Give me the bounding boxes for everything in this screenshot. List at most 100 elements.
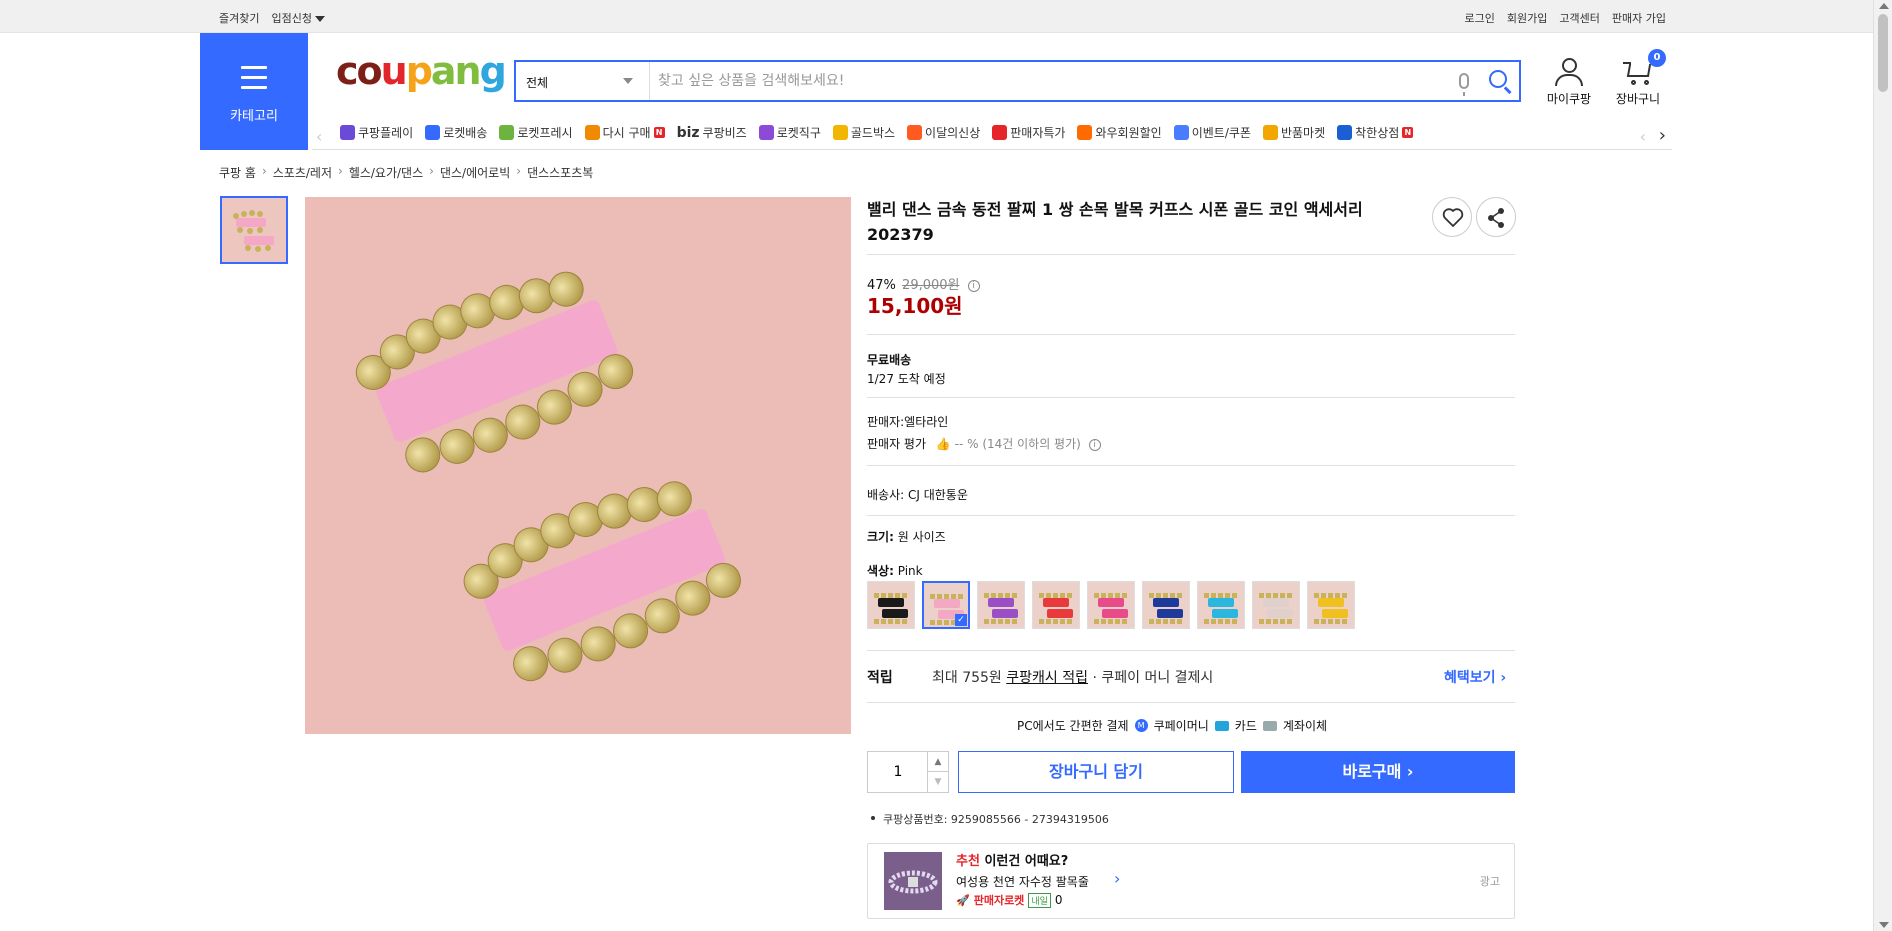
menu-prev-icon[interactable]: ‹ — [1640, 127, 1646, 146]
info-icon[interactable]: i — [1088, 438, 1101, 451]
seller-name[interactable]: 판매자:엘타라인 — [867, 413, 948, 430]
search-input[interactable] — [658, 62, 1448, 100]
divider — [867, 254, 1515, 255]
menu-item-label: 이달의신상 — [925, 126, 981, 140]
buy-now-button[interactable]: 바로구매 › — [1241, 751, 1515, 793]
color-swatch[interactable] — [977, 581, 1025, 629]
coupang-logo[interactable]: coupang — [336, 52, 507, 90]
coupang-cash-link[interactable]: 쿠팡캐시 적립 — [1006, 670, 1088, 686]
new-badge: N — [653, 127, 665, 138]
color-swatch[interactable]: ✓ — [922, 581, 970, 629]
sale-icon — [992, 125, 1008, 140]
menu-item-5[interactable]: 로켓직구 — [758, 124, 821, 141]
recommendation-card[interactable]: 추천 이런건 어때요? 여성용 천연 자수정 팔목줄 › 🚀 판매자로켓 내일 … — [867, 843, 1515, 919]
color-swatch[interactable] — [1032, 581, 1080, 629]
menu-item-8[interactable]: 판매자특가 — [992, 124, 1065, 141]
pc-payment-info: PC에서도 간편한 결제 M 쿠페이머니 카드 계좌이체 — [1017, 717, 1327, 734]
menu-item-9[interactable]: 와우회원할인 — [1077, 124, 1162, 141]
recommend-badges: 🚀 판매자로켓 내일 0 — [956, 892, 1063, 908]
color-swatch[interactable] — [1252, 581, 1300, 629]
product-main-image[interactable] — [305, 197, 851, 734]
breadcrumb-item[interactable]: 댄스/에어로빅 — [440, 164, 510, 181]
signup-link[interactable]: 회원가입 — [1507, 10, 1547, 26]
cart-label: 장바구니 — [1615, 92, 1661, 106]
menu-item-1[interactable]: 로켓배송 — [425, 124, 487, 141]
breadcrumb-item[interactable]: 헬스/요가/댄스 — [349, 164, 423, 181]
menu-item-11[interactable]: 반품마켓 — [1262, 124, 1326, 141]
menu-item-label: 와우회원할인 — [1095, 126, 1162, 140]
my-coupang-button[interactable]: 마이쿠팡 — [1539, 58, 1599, 107]
breadcrumb-item[interactable]: 댄스스포츠복 — [527, 164, 593, 181]
hamburger-icon — [241, 66, 267, 96]
rebuy-icon — [584, 125, 600, 140]
chevron-right-icon: › — [338, 164, 343, 178]
seller-apply-label: 입점신청 — [271, 12, 312, 25]
search-category-select[interactable]: 전체 — [516, 62, 650, 100]
color-swatch[interactable] — [1197, 581, 1245, 629]
seller-rating: 판매자 평가 👍 -- % (14건 이하의 평가) i — [867, 435, 1101, 452]
breadcrumb-item[interactable]: 쿠팡 홈 — [219, 164, 256, 181]
cart-icon — [1623, 60, 1653, 86]
chevron-down-icon — [623, 78, 633, 84]
chevron-right-icon[interactable]: › — [1114, 869, 1120, 888]
menu-item-10[interactable]: 이벤트/쿠폰 — [1173, 124, 1251, 141]
menu-item-label: 착한상점 — [1355, 126, 1400, 140]
biz-icon: biz — [676, 124, 700, 141]
menu-item-3[interactable]: 다시 구매 N — [584, 124, 665, 141]
breadcrumb-item[interactable]: 스포츠/레저 — [273, 164, 332, 181]
scroll-down-icon[interactable] — [1879, 922, 1889, 928]
color-swatches: ✓ — [867, 581, 1355, 629]
divider — [867, 397, 1515, 398]
seller-signup-link[interactable]: 판매자 가입 — [1612, 10, 1666, 26]
info-icon[interactable]: i — [967, 279, 980, 292]
share-button[interactable] — [1476, 197, 1516, 237]
color-swatch[interactable] — [1142, 581, 1190, 629]
chevron-right-icon: › — [516, 164, 522, 178]
recommend-product-name[interactable]: 여성용 천연 자수정 팔목줄 — [956, 873, 1089, 890]
menu-item-label: 로켓직구 — [776, 126, 821, 140]
menu-item-12[interactable]: 착한상점 N — [1337, 124, 1414, 141]
seller-apply-link[interactable]: 입점신청 — [271, 10, 325, 26]
product-title: 밸리 댄스 금속 동전 팔찌 1 쌍 손목 발목 커프스 시폰 골드 코인 액세… — [867, 200, 1363, 244]
menu-item-2[interactable]: 로켓프레시 — [499, 124, 573, 141]
add-to-cart-button[interactable]: 장바구니 담기 — [958, 751, 1234, 793]
customer-center-link[interactable]: 고객센터 — [1559, 10, 1599, 26]
page-scrollbar[interactable] — [1873, 0, 1892, 931]
menu-item-6[interactable]: 골드박스 — [832, 124, 895, 141]
color-option: 색상: Pink — [867, 562, 923, 579]
menu-item-label: 반품마켓 — [1280, 126, 1326, 140]
menu-prev-icon[interactable]: ‹ — [316, 127, 322, 146]
menu-item-7[interactable]: 이달의신상 — [907, 124, 980, 141]
menu-item-label: 로켓프레시 — [517, 126, 573, 140]
microphone-icon[interactable] — [1459, 73, 1469, 96]
menu-item-4[interactable]: biz 쿠팡비즈 — [677, 124, 747, 141]
scrollbar-thumb[interactable] — [1878, 14, 1888, 92]
search-icon[interactable] — [1489, 70, 1507, 88]
menu-next-icon[interactable]: › — [1659, 125, 1666, 146]
color-swatch[interactable] — [1087, 581, 1135, 629]
favorites-link[interactable]: 즐겨찾기 — [219, 10, 259, 26]
divider — [867, 650, 1515, 651]
color-swatch[interactable] — [1307, 581, 1355, 629]
login-link[interactable]: 로그인 — [1465, 10, 1495, 26]
wow-icon — [1077, 125, 1093, 140]
quantity-input[interactable] — [868, 752, 928, 792]
quantity-up-icon[interactable]: ▲ — [927, 752, 948, 772]
color-value: Pink — [897, 564, 923, 578]
bank-icon — [1262, 720, 1277, 731]
search-category-value: 전체 — [526, 76, 549, 90]
user-icon — [1561, 58, 1577, 73]
recommend-product-image[interactable] — [884, 852, 942, 910]
benefit-link[interactable]: 혜택보기 › — [1444, 667, 1506, 687]
scroll-up-icon[interactable] — [1879, 3, 1889, 9]
product-thumbnail[interactable] — [220, 196, 288, 264]
category-menu-button[interactable]: 카테고리 — [200, 33, 308, 150]
wishlist-button[interactable] — [1432, 197, 1472, 237]
product-id: 쿠팡상품번호: 9259085566 - 27394319506 — [871, 813, 1109, 826]
menu-item-label: 이벤트/쿠폰 — [1191, 126, 1251, 140]
reward-prefix: 최대 755원 — [932, 670, 1007, 686]
menu-item-0[interactable]: 쿠팡플레이 — [340, 124, 413, 141]
color-swatch[interactable] — [867, 581, 915, 629]
service-menu-bar: ‹ 쿠팡플레이 로켓배송 로켓프레시 다시 구매 N biz 쿠팡비즈 로켓직구 골드박스 이달의… — [312, 118, 1672, 150]
quantity-down-icon[interactable]: ▼ — [927, 772, 948, 792]
